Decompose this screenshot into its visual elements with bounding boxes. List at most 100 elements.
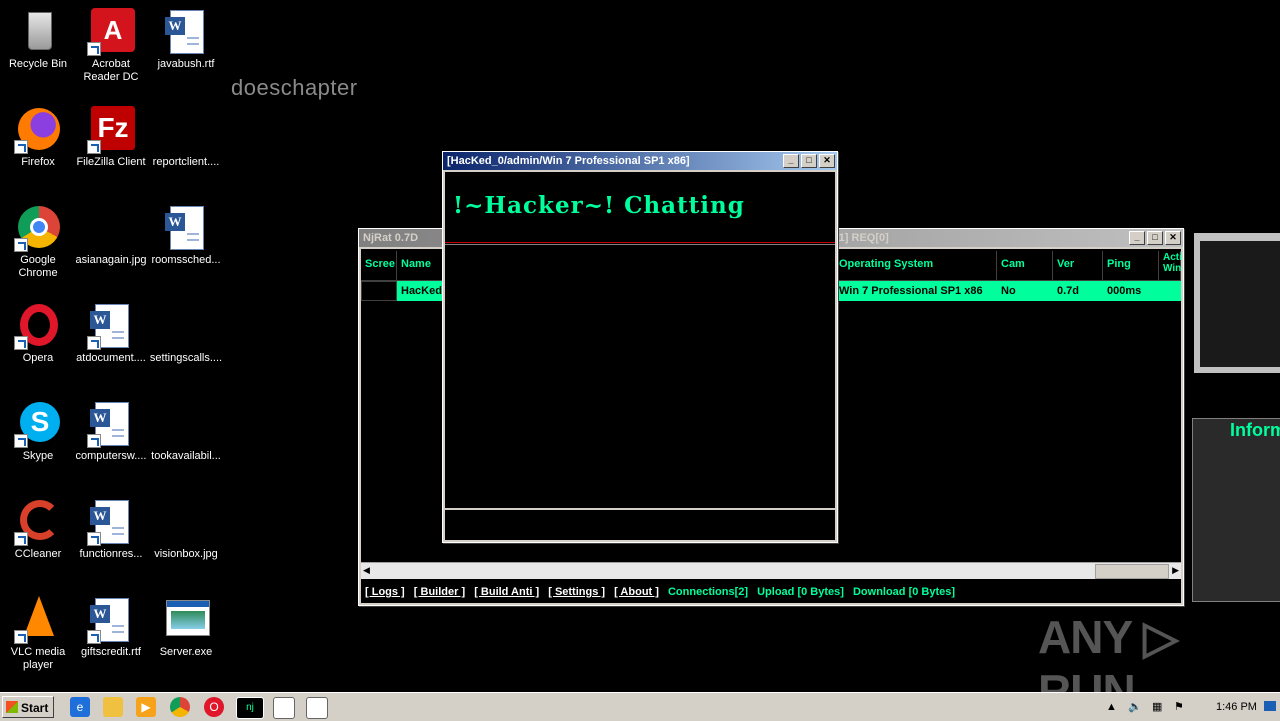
- opera-icon[interactable]: O: [204, 697, 224, 717]
- minimize-button[interactable]: _: [783, 154, 799, 168]
- word-document-icon: W: [87, 302, 135, 350]
- desktop-icon-opera[interactable]: Opera: [0, 302, 76, 365]
- desktop-icon-javabush[interactable]: W javabush.rtf: [148, 8, 224, 71]
- ie-icon[interactable]: e: [70, 697, 90, 717]
- column-header[interactable]: Ver: [1053, 251, 1103, 281]
- column-header[interactable]: Operating System: [835, 251, 997, 281]
- njrat-status-bar: [ Logs ] [ Builder ] [ Build Anti ] [ Se…: [361, 581, 1181, 603]
- settings-link[interactable]: [ Settings ]: [548, 586, 605, 598]
- desktop-icon-chrome[interactable]: Google Chrome: [0, 204, 76, 280]
- scroll-left-icon[interactable]: ◀: [363, 565, 370, 576]
- desktop-icon-label: VLC media player: [10, 646, 66, 671]
- column-header[interactable]: Ping: [1103, 251, 1159, 281]
- word-document-icon: W: [162, 204, 210, 252]
- about-link[interactable]: [ About ]: [614, 586, 659, 598]
- njrat-taskbar-icon[interactable]: nj: [236, 697, 264, 719]
- desktop-icon-label: Opera: [22, 352, 54, 364]
- start-button[interactable]: Start: [2, 696, 54, 718]
- window-title: NjRat 0.7D: [363, 232, 419, 244]
- system-tray: ▲ 🔈 ▦ ⚑ 1:46 PM: [1100, 695, 1280, 719]
- desktop-icon-server-exe[interactable]: Server.exe: [148, 596, 224, 659]
- desktop-icon-label: atdocument....: [76, 352, 146, 364]
- build-anti-link[interactable]: [ Build Anti ]: [474, 586, 539, 598]
- word-document-icon: W: [87, 400, 135, 448]
- window-title-suffix: [1] REQ[0]: [835, 232, 889, 244]
- desktop-icon-label: Acrobat Reader DC: [83, 58, 139, 83]
- chat-banner: !~Hacker~! Chatting: [445, 172, 835, 243]
- desktop-icon-roomssched[interactable]: W roomssched...: [148, 204, 224, 267]
- desktop-icon-reportclient[interactable]: reportclient....: [148, 106, 224, 169]
- desktop-icon-atdocument[interactable]: W atdocument....: [73, 302, 149, 365]
- chat-window[interactable]: [HacKed_0/admin/Win 7 Professional SP1 x…: [442, 151, 838, 543]
- desktop-icon-computersw[interactable]: W computersw....: [73, 400, 149, 463]
- desktop-icon-label: settingscalls....: [149, 352, 223, 364]
- desktop-icon-asianagain[interactable]: asianagain.jpg: [73, 204, 149, 267]
- builder-link[interactable]: [ Builder ]: [414, 586, 465, 598]
- minimize-button[interactable]: _: [1129, 231, 1145, 245]
- close-button[interactable]: ✕: [1165, 231, 1181, 245]
- desktop-floating-text: doeschapter: [231, 75, 358, 100]
- desktop-icon-label: reportclient....: [152, 156, 220, 168]
- blank-file-icon: [162, 302, 210, 350]
- show-desktop-icon[interactable]: [1264, 701, 1276, 711]
- upload-status: Upload [0 Bytes]: [757, 586, 844, 598]
- word-document-icon: W: [162, 8, 210, 56]
- desktop-icon-firefox[interactable]: Firefox: [0, 106, 76, 169]
- desktop-icon-tookavailabil[interactable]: tookavailabil...: [148, 400, 224, 463]
- desktop-icon-acrobat[interactable]: A Acrobat Reader DC: [73, 8, 149, 84]
- desktop-icon-label: Server.exe: [159, 646, 213, 658]
- desktop-icon-label: tookavailabil...: [151, 450, 221, 462]
- clock[interactable]: 1:46 PM: [1216, 695, 1257, 719]
- desktop-icon-skype[interactable]: S Skype: [0, 400, 76, 463]
- scrollbar-thumb[interactable]: [1095, 564, 1169, 579]
- ccleaner-icon: [14, 498, 62, 546]
- column-header[interactable]: Cam: [997, 251, 1053, 281]
- chat-titlebar[interactable]: [HacKed_0/admin/Win 7 Professional SP1 x…: [443, 152, 837, 170]
- download-status: Download [0 Bytes]: [852, 586, 956, 598]
- desktop-icon-visionbox[interactable]: visionbox.jpg: [148, 498, 224, 561]
- desktop-icon-label: Google Chrome: [18, 254, 58, 279]
- desktop-icon-label: roomssched...: [151, 254, 221, 266]
- flag-icon[interactable]: ⚑: [1174, 695, 1184, 719]
- close-button[interactable]: ✕: [819, 154, 835, 168]
- desktop-icon-giftscredit[interactable]: W giftscredit.rtf: [73, 596, 149, 659]
- word-document-icon: W: [87, 498, 135, 546]
- window-taskbar-icon[interactable]: [306, 697, 328, 719]
- info-panel-label: Inform: [1230, 420, 1280, 440]
- ver-cell: 0.7d: [1053, 281, 1103, 301]
- recycle-bin-icon: [14, 8, 62, 56]
- chat-message-input[interactable]: [445, 508, 835, 540]
- active-window-cell: [1159, 281, 1181, 301]
- acrobat-icon: A: [87, 8, 135, 56]
- desktop-icon-recycle-bin[interactable]: Recycle Bin: [0, 8, 76, 71]
- explorer-icon[interactable]: [103, 697, 123, 717]
- blank-file-icon: [162, 400, 210, 448]
- desktop-icon-filezilla[interactable]: Fz FileZilla Client: [73, 106, 149, 169]
- desktop-icon-settingscalls[interactable]: settingscalls....: [148, 302, 224, 365]
- chat-log[interactable]: [445, 244, 835, 507]
- desktop-icon-ccleaner[interactable]: CCleaner: [0, 498, 76, 561]
- scroll-right-icon[interactable]: ▶: [1172, 565, 1179, 576]
- maximize-button[interactable]: □: [801, 154, 817, 168]
- chrome-icon[interactable]: [170, 697, 190, 717]
- image-file-icon: [162, 498, 210, 546]
- vlc-cone-icon: [14, 596, 62, 644]
- logs-link[interactable]: [ Logs ]: [365, 586, 405, 598]
- connections-status: Connections[2]: [667, 586, 749, 598]
- desktop-icon-label: asianagain.jpg: [75, 254, 147, 266]
- network-icon[interactable]: ▦: [1152, 695, 1162, 719]
- tray-expand-icon[interactable]: ▲: [1106, 695, 1117, 719]
- media-player-icon[interactable]: ▶: [136, 697, 156, 717]
- os-cell: Win 7 Professional SP1 x86: [835, 281, 997, 301]
- desktop-icon-vlc[interactable]: VLC media player: [0, 596, 76, 672]
- volume-icon[interactable]: 🔈: [1128, 695, 1142, 719]
- column-header[interactable]: Scree: [361, 251, 397, 281]
- desktop-icon-label: computersw....: [75, 450, 147, 462]
- desktop-icon-label: Firefox: [21, 156, 55, 168]
- column-header[interactable]: Acti Win: [1159, 251, 1182, 281]
- desktop-icon-functionres[interactable]: W functionres...: [73, 498, 149, 561]
- horizontal-scrollbar[interactable]: ◀ ▶: [361, 562, 1181, 579]
- maximize-button[interactable]: □: [1147, 231, 1163, 245]
- chat-banner-text: !~Hacker~! Chatting: [453, 192, 745, 219]
- window-taskbar-icon[interactable]: [273, 697, 295, 719]
